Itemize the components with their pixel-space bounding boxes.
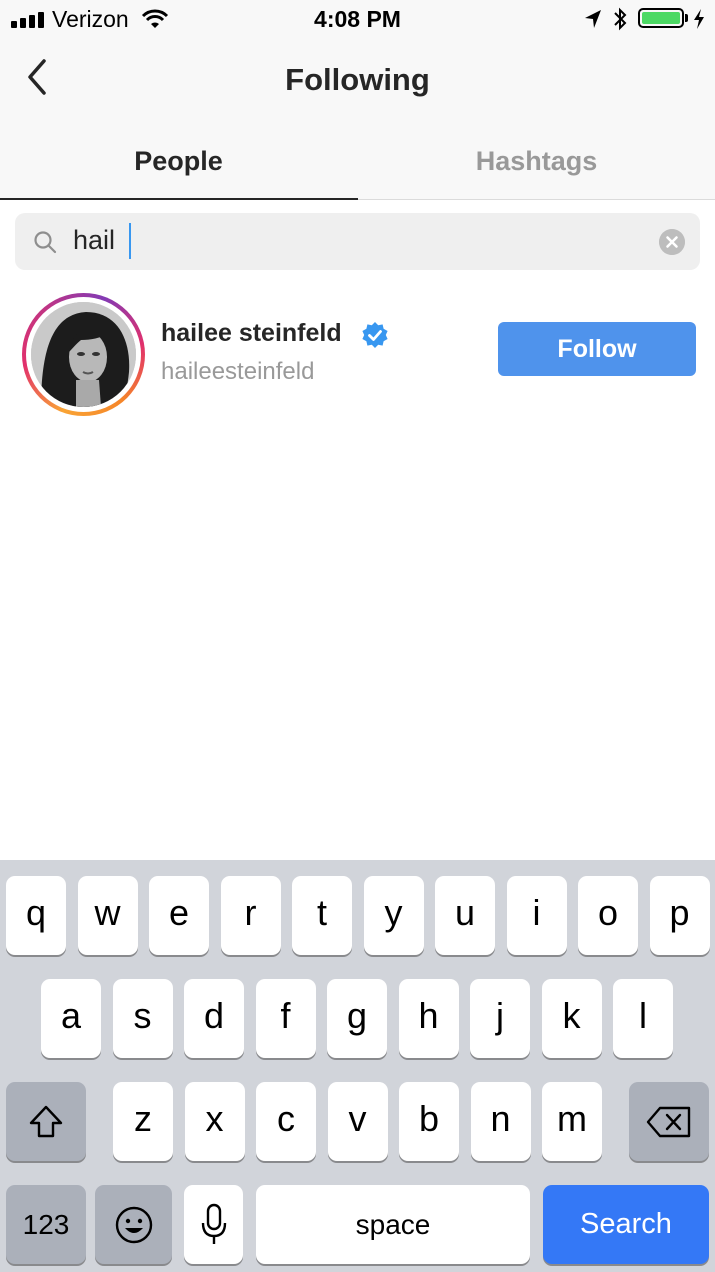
key-a[interactable]: a xyxy=(41,979,101,1058)
search-field[interactable]: hail xyxy=(15,213,700,270)
key-q[interactable]: q xyxy=(6,876,66,955)
key-l[interactable]: l xyxy=(613,979,673,1058)
page-title: Following xyxy=(285,62,430,97)
battery-icon xyxy=(638,8,684,28)
verified-badge-icon xyxy=(362,322,388,348)
key-j[interactable]: j xyxy=(470,979,530,1058)
key-y[interactable]: y xyxy=(363,876,424,955)
key-c[interactable]: c xyxy=(256,1082,316,1161)
shift-icon xyxy=(29,1105,63,1138)
result-display-name: hailee steinfeld xyxy=(161,319,342,347)
text-cursor xyxy=(129,223,131,259)
location-arrow-icon xyxy=(585,10,601,28)
key-d[interactable]: d xyxy=(184,979,244,1058)
search-input[interactable]: hail xyxy=(73,225,115,256)
key-u[interactable]: u xyxy=(435,876,495,955)
tab-hashtags[interactable]: Hashtags xyxy=(358,122,715,200)
search-icon xyxy=(34,231,57,254)
charging-bolt-icon xyxy=(694,9,704,29)
microphone-icon xyxy=(201,1203,226,1244)
key-w[interactable]: w xyxy=(77,876,138,955)
key-h[interactable]: h xyxy=(398,979,459,1058)
follow-button[interactable]: Follow xyxy=(498,322,696,376)
list-item[interactable]: hailee steinfeld haileesteinfeld Follow xyxy=(0,284,715,420)
shift-key[interactable] xyxy=(6,1082,86,1161)
clear-icon[interactable] xyxy=(659,229,685,255)
tab-bar: People Hashtags xyxy=(0,122,715,200)
key-x[interactable]: x xyxy=(184,1082,245,1161)
key-t[interactable]: t xyxy=(292,876,352,955)
nav-header: Following xyxy=(0,40,715,122)
key-o[interactable]: o xyxy=(578,876,638,955)
backspace-icon xyxy=(646,1106,691,1138)
space-key[interactable]: space xyxy=(256,1185,530,1264)
bluetooth-icon xyxy=(614,7,627,31)
result-username: haileesteinfeld xyxy=(161,358,315,385)
key-b[interactable]: b xyxy=(399,1082,459,1161)
key-e[interactable]: e xyxy=(149,876,209,955)
key-n[interactable]: n xyxy=(470,1082,531,1161)
tab-people[interactable]: People xyxy=(0,122,357,200)
emoji-icon xyxy=(115,1206,152,1244)
key-s[interactable]: s xyxy=(112,979,173,1058)
battery-tip xyxy=(685,14,688,22)
key-z[interactable]: z xyxy=(113,1082,173,1161)
numbers-key[interactable]: 123 xyxy=(6,1185,86,1264)
story-ring[interactable] xyxy=(22,293,145,416)
search-key[interactable]: Search xyxy=(543,1185,709,1264)
key-r[interactable]: r xyxy=(220,876,281,955)
key-f[interactable]: f xyxy=(255,979,316,1058)
keyboard: qwertyuiop asdfghjkl zxcvbnm 123 space S… xyxy=(0,860,715,1272)
key-v[interactable]: v xyxy=(327,1082,388,1161)
clock: 4:08 PM xyxy=(314,6,401,32)
backspace-key[interactable] xyxy=(629,1082,709,1161)
key-m[interactable]: m xyxy=(542,1082,602,1161)
key-k[interactable]: k xyxy=(541,979,602,1058)
key-i[interactable]: i xyxy=(506,876,567,955)
avatar xyxy=(31,302,136,407)
dictation-key[interactable] xyxy=(184,1185,243,1264)
avatar-frame xyxy=(26,297,141,412)
key-p[interactable]: p xyxy=(649,876,710,955)
active-tab-indicator xyxy=(0,198,358,200)
key-g[interactable]: g xyxy=(327,979,387,1058)
status-bar: Verizon 4:08 PM xyxy=(0,0,715,40)
emoji-key[interactable] xyxy=(95,1185,172,1264)
